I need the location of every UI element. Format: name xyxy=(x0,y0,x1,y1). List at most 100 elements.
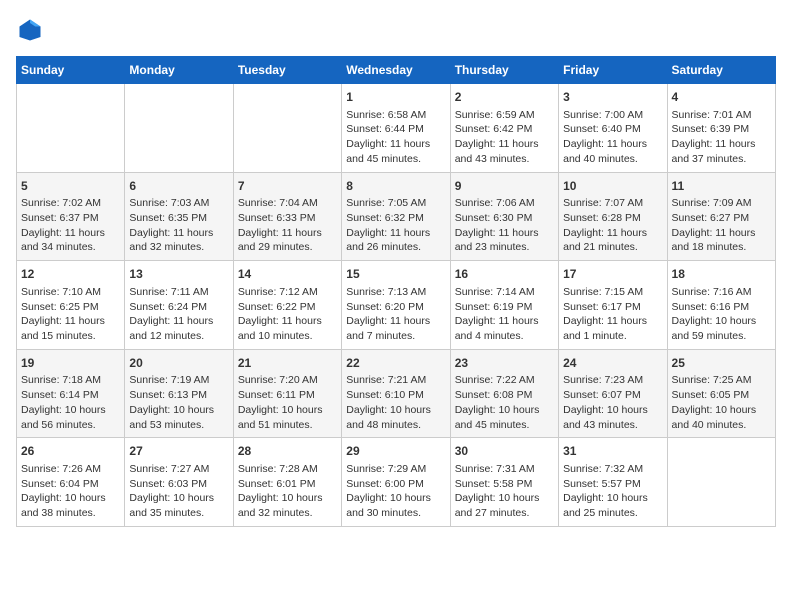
day-info: Sunrise: 7:26 AM Sunset: 6:04 PM Dayligh… xyxy=(21,462,120,521)
day-cell: 3Sunrise: 7:00 AM Sunset: 6:40 PM Daylig… xyxy=(559,84,667,173)
header-row: SundayMondayTuesdayWednesdayThursdayFrid… xyxy=(17,57,776,84)
day-info: Sunrise: 7:21 AM Sunset: 6:10 PM Dayligh… xyxy=(346,373,445,432)
day-info: Sunrise: 7:31 AM Sunset: 5:58 PM Dayligh… xyxy=(455,462,554,521)
day-cell: 18 Sunrise: 7:16 AM Sunset: 6:16 PM Dayli… xyxy=(667,261,775,350)
day-number: 16 xyxy=(455,266,554,283)
day-info: Sunrise: 7:10 AM Sunset: 6:25 PM Dayligh… xyxy=(21,285,120,344)
day-cell xyxy=(233,84,341,173)
day-number: 2 xyxy=(455,89,554,106)
header-cell-monday: Monday xyxy=(125,57,233,84)
day-cell: 9Sunrise: 7:06 AM Sunset: 6:30 PM Daylig… xyxy=(450,172,558,261)
day-cell: 20Sunrise: 7:19 AM Sunset: 6:13 PM Dayli… xyxy=(125,349,233,438)
day-number: 14 xyxy=(238,266,337,283)
day-cell: 19Sunrise: 7:18 AM Sunset: 6:14 PM Dayli… xyxy=(17,349,125,438)
day-cell: 8Sunrise: 7:05 AM Sunset: 6:32 PM Daylig… xyxy=(342,172,450,261)
day-cell xyxy=(125,84,233,173)
day-info: Sunrise: 7:14 AM Sunset: 6:19 PM Dayligh… xyxy=(455,285,554,344)
day-info: Sunrise: 7:04 AM Sunset: 6:33 PM Dayligh… xyxy=(238,196,337,255)
week-row-1: 1 Sunrise: 6:58 AM Sunset: 6:44 PM Daylig… xyxy=(17,84,776,173)
day-cell: 7Sunrise: 7:04 AM Sunset: 6:33 PM Daylig… xyxy=(233,172,341,261)
page-header xyxy=(16,16,776,44)
day-info: Sunrise: 7:19 AM Sunset: 6:13 PM Dayligh… xyxy=(129,373,228,432)
day-number: 11 xyxy=(672,178,771,195)
day-info: Sunrise: 7:18 AM Sunset: 6:14 PM Dayligh… xyxy=(21,373,120,432)
day-info: Sunrise: 7:06 AM Sunset: 6:30 PM Dayligh… xyxy=(455,196,554,255)
day-cell: 6Sunrise: 7:03 AM Sunset: 6:35 PM Daylig… xyxy=(125,172,233,261)
day-cell: 28 Sunrise: 7:28 AM Sunset: 6:01 PM Dayli… xyxy=(233,438,341,527)
week-row-4: 19Sunrise: 7:18 AM Sunset: 6:14 PM Dayli… xyxy=(17,349,776,438)
day-info: Sunrise: 7:00 AM Sunset: 6:40 PM Dayligh… xyxy=(563,108,662,167)
day-cell: 27 Sunrise: 7:27 AM Sunset: 6:03 PM Dayli… xyxy=(125,438,233,527)
header-cell-wednesday: Wednesday xyxy=(342,57,450,84)
day-cell: 10Sunrise: 7:07 AM Sunset: 6:28 PM Dayli… xyxy=(559,172,667,261)
day-number: 24 xyxy=(563,355,662,372)
day-cell: 14 Sunrise: 7:12 AM Sunset: 6:22 PM Dayli… xyxy=(233,261,341,350)
day-info: Sunrise: 7:16 AM Sunset: 6:16 PM Dayligh… xyxy=(672,285,771,344)
day-number: 15 xyxy=(346,266,445,283)
day-cell: 13Sunrise: 7:11 AM Sunset: 6:24 PM Dayli… xyxy=(125,261,233,350)
week-row-2: 5Sunrise: 7:02 AM Sunset: 6:37 PM Daylig… xyxy=(17,172,776,261)
day-number: 29 xyxy=(346,443,445,460)
header-cell-sunday: Sunday xyxy=(17,57,125,84)
day-info: Sunrise: 7:28 AM Sunset: 6:01 PM Dayligh… xyxy=(238,462,337,521)
day-number: 18 xyxy=(672,266,771,283)
day-number: 31 xyxy=(563,443,662,460)
day-cell: 30 Sunrise: 7:31 AM Sunset: 5:58 PM Dayli… xyxy=(450,438,558,527)
day-number: 9 xyxy=(455,178,554,195)
day-number: 17 xyxy=(563,266,662,283)
day-cell: 16 Sunrise: 7:14 AM Sunset: 6:19 PM Dayli… xyxy=(450,261,558,350)
header-cell-saturday: Saturday xyxy=(667,57,775,84)
day-cell: 2Sunrise: 6:59 AM Sunset: 6:42 PM Daylig… xyxy=(450,84,558,173)
day-number: 7 xyxy=(238,178,337,195)
day-info: Sunrise: 7:11 AM Sunset: 6:24 PM Dayligh… xyxy=(129,285,228,344)
day-number: 20 xyxy=(129,355,228,372)
day-info: Sunrise: 7:13 AM Sunset: 6:20 PM Dayligh… xyxy=(346,285,445,344)
calendar-body: 1 Sunrise: 6:58 AM Sunset: 6:44 PM Daylig… xyxy=(17,84,776,527)
day-cell xyxy=(17,84,125,173)
logo xyxy=(16,16,48,44)
day-info: Sunrise: 7:22 AM Sunset: 6:08 PM Dayligh… xyxy=(455,373,554,432)
day-cell: 15 Sunrise: 7:13 AM Sunset: 6:20 PM Dayli… xyxy=(342,261,450,350)
day-cell: 5Sunrise: 7:02 AM Sunset: 6:37 PM Daylig… xyxy=(17,172,125,261)
day-cell: 1 Sunrise: 6:58 AM Sunset: 6:44 PM Daylig… xyxy=(342,84,450,173)
day-info: Sunrise: 7:02 AM Sunset: 6:37 PM Dayligh… xyxy=(21,196,120,255)
day-number: 21 xyxy=(238,355,337,372)
day-number: 27 xyxy=(129,443,228,460)
day-number: 30 xyxy=(455,443,554,460)
day-cell: 29 Sunrise: 7:29 AM Sunset: 6:00 PM Dayli… xyxy=(342,438,450,527)
day-info: Sunrise: 7:01 AM Sunset: 6:39 PM Dayligh… xyxy=(672,108,771,167)
day-cell: 25Sunrise: 7:25 AM Sunset: 6:05 PM Dayli… xyxy=(667,349,775,438)
day-info: Sunrise: 7:07 AM Sunset: 6:28 PM Dayligh… xyxy=(563,196,662,255)
day-number: 19 xyxy=(21,355,120,372)
day-cell: 11Sunrise: 7:09 AM Sunset: 6:27 PM Dayli… xyxy=(667,172,775,261)
day-number: 12 xyxy=(21,266,120,283)
day-number: 5 xyxy=(21,178,120,195)
day-cell: 12 Sunrise: 7:10 AM Sunset: 6:25 PM Dayli… xyxy=(17,261,125,350)
day-number: 1 xyxy=(346,89,445,106)
calendar-table: SundayMondayTuesdayWednesdayThursdayFrid… xyxy=(16,56,776,527)
day-number: 28 xyxy=(238,443,337,460)
day-info: Sunrise: 7:27 AM Sunset: 6:03 PM Dayligh… xyxy=(129,462,228,521)
day-info: Sunrise: 7:25 AM Sunset: 6:05 PM Dayligh… xyxy=(672,373,771,432)
day-info: Sunrise: 7:12 AM Sunset: 6:22 PM Dayligh… xyxy=(238,285,337,344)
day-info: Sunrise: 7:09 AM Sunset: 6:27 PM Dayligh… xyxy=(672,196,771,255)
day-number: 23 xyxy=(455,355,554,372)
header-cell-tuesday: Tuesday xyxy=(233,57,341,84)
day-info: Sunrise: 6:58 AM Sunset: 6:44 PM Dayligh… xyxy=(346,108,445,167)
day-cell: 21Sunrise: 7:20 AM Sunset: 6:11 PM Dayli… xyxy=(233,349,341,438)
header-cell-friday: Friday xyxy=(559,57,667,84)
day-info: Sunrise: 7:32 AM Sunset: 5:57 PM Dayligh… xyxy=(563,462,662,521)
day-info: Sunrise: 7:20 AM Sunset: 6:11 PM Dayligh… xyxy=(238,373,337,432)
day-info: Sunrise: 7:15 AM Sunset: 6:17 PM Dayligh… xyxy=(563,285,662,344)
day-number: 10 xyxy=(563,178,662,195)
day-info: Sunrise: 7:03 AM Sunset: 6:35 PM Dayligh… xyxy=(129,196,228,255)
week-row-3: 12 Sunrise: 7:10 AM Sunset: 6:25 PM Dayli… xyxy=(17,261,776,350)
day-cell: 31 Sunrise: 7:32 AM Sunset: 5:57 PM Dayli… xyxy=(559,438,667,527)
day-cell: 26Sunrise: 7:26 AM Sunset: 6:04 PM Dayli… xyxy=(17,438,125,527)
day-info: Sunrise: 7:05 AM Sunset: 6:32 PM Dayligh… xyxy=(346,196,445,255)
day-number: 22 xyxy=(346,355,445,372)
day-number: 6 xyxy=(129,178,228,195)
day-number: 8 xyxy=(346,178,445,195)
day-info: Sunrise: 7:29 AM Sunset: 6:00 PM Dayligh… xyxy=(346,462,445,521)
day-cell: 17 Sunrise: 7:15 AM Sunset: 6:17 PM Dayli… xyxy=(559,261,667,350)
